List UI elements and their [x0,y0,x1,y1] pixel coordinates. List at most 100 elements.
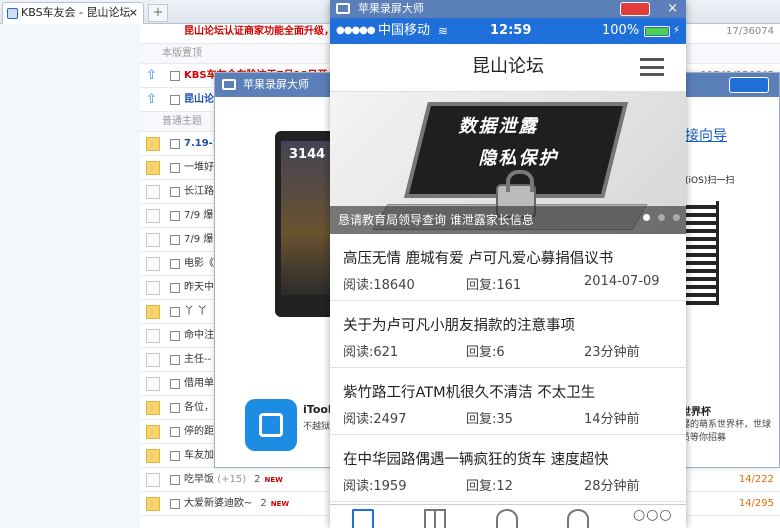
thread-title[interactable]: 昨天中 [184,276,214,300]
thread-count: 17/36074 [726,26,774,37]
worldcup-desc: 爆的萌系世界杯，世球员等你招募 [681,420,772,443]
thread-title[interactable]: 昆山论 [184,88,214,112]
qr-code [685,201,719,305]
thread-title[interactable]: 7/9 爆 [184,228,213,252]
home-icon[interactable] [352,509,374,528]
folder-icon [146,497,160,511]
site-favicon-icon [7,8,18,19]
signal-icon: ●●●●● [336,25,376,36]
window-title: 苹果录屏大师 [243,78,309,91]
screen-record-icon [222,79,236,90]
thread-count: 14/295 [739,492,774,516]
row-checkbox[interactable] [170,211,180,221]
grid-icon[interactable] [424,509,446,528]
banner-carousel[interactable]: 数据泄露 隐私保护 恳请教育局领导查询 谁泄露家长信息 [330,92,686,234]
carousel-dot[interactable] [658,214,665,221]
row-checkbox[interactable] [170,187,180,197]
thread-num: 2 [254,474,261,485]
row-checkbox[interactable] [170,235,180,245]
thread-title[interactable]: 吃早饭 (+15) 2 NEW [184,468,283,492]
thread-title[interactable]: 丫 丫 [184,300,207,324]
battery-icon [644,26,670,37]
charging-icon: ⚡ [673,25,681,36]
row-checkbox[interactable] [170,163,180,173]
banner-line1: 数据泄露 [457,116,543,137]
thread-title[interactable]: 一堆好 [184,156,214,180]
row-checkbox[interactable] [170,355,180,365]
tab-close-icon[interactable]: × [129,3,138,23]
row-checkbox[interactable] [170,379,180,389]
app-navbar: 昆山论坛 [330,44,686,92]
row-checkbox[interactable] [170,427,180,437]
post-views: 阅读:621 [343,345,399,360]
row-checkbox[interactable] [170,259,180,269]
new-badge: NEW [264,476,283,484]
recorder-title: 苹果录屏大师 [358,2,424,15]
thread-title[interactable]: 昆山论坛认证商家功能全面升级，于7 [184,20,351,44]
thread-title[interactable]: 大爱新婆迪欧~ 2 NEW [184,492,289,516]
row-checkbox[interactable] [170,499,180,509]
row-checkbox[interactable] [170,95,180,105]
toolbar-button[interactable] [729,77,769,93]
post-item[interactable]: 关于为卢可凡小朋友捐款的注意事项 阅读:621 回复:6 23分钟前 [330,301,686,368]
row-checkbox[interactable] [170,331,180,341]
hamburger-menu-icon[interactable] [640,58,664,76]
carousel-dots[interactable] [635,210,680,224]
ios-status-bar: ●●●●● 中国移动 ≋ 12:59 100% ⚡ [330,18,686,44]
row-checkbox[interactable] [170,475,180,485]
folder-icon [146,137,160,151]
row-checkbox[interactable] [170,283,180,293]
thread-title-text: 大爱新婆迪欧~ [184,498,253,509]
thread-title[interactable]: 各位， [184,396,214,420]
post-item[interactable]: 高压无情 鹿城有爱 卢可凡爱心募捐倡议书 阅读:18640 回复:161 201… [330,234,686,301]
carousel-dot[interactable] [643,214,650,221]
camera-icon[interactable] [496,509,518,528]
thread-title[interactable]: 7/9 爆 [184,204,213,228]
row-checkbox[interactable] [170,139,180,149]
thread-extra: (+15) [217,474,247,485]
document-icon [146,185,160,199]
wifi-icon: ≋ [438,24,449,38]
close-icon[interactable]: × [667,0,678,18]
thread-title[interactable]: 长江路 [184,180,214,204]
thread-title[interactable]: 电影《 [184,252,214,276]
thread-num: 2 [260,498,267,509]
post-title[interactable]: 关于为卢可凡小朋友捐款的注意事项 [343,314,575,335]
post-replies: 回复:12 [466,479,513,494]
recorder-titlebar[interactable]: 苹果录屏大师 × [330,0,686,18]
browser-tab-kbs[interactable]: KBS车友会 - 昆山论坛 × [2,2,144,24]
post-views: 阅读:2497 [343,412,407,427]
device-preview: 3144 [275,131,335,317]
more-icon[interactable]: ○○○ [633,507,672,527]
post-time: 23分钟前 [584,345,640,360]
record-button[interactable] [620,2,650,16]
thread-title[interactable]: 车友加 [184,444,214,468]
thread-title[interactable]: 停的距 [184,420,214,444]
device-screen [281,141,331,295]
thread-title[interactable]: 命中注 [184,324,214,348]
post-title[interactable]: 高压无情 鹿城有爱 卢可凡爱心募捐倡议书 [343,247,613,268]
scan-text: (iOS)扫一扫 [685,176,735,186]
post-time: 28分钟前 [584,479,640,494]
post-title[interactable]: 在中华园路偶遇一辆疯狂的货车 速度超快 [343,448,609,469]
document-icon [146,281,160,295]
folder-icon [146,305,160,319]
connection-guide-link[interactable]: 接向导 [685,125,727,145]
folder-icon [146,401,160,415]
post-item[interactable]: 紫竹路工行ATM机很久不清洁 不太卫生 阅读:2497 回复:35 14分钟前 [330,368,686,435]
user-icon[interactable] [567,509,589,528]
row-checkbox[interactable] [170,71,180,81]
itools-app-icon[interactable] [245,399,297,451]
thread-title[interactable]: 主任-- [184,348,211,372]
post-replies: 回复:6 [466,345,505,360]
row-checkbox[interactable] [170,307,180,317]
row-checkbox[interactable] [170,451,180,461]
thread-count: 14/222 [739,468,774,492]
post-title[interactable]: 紫竹路工行ATM机很久不清洁 不太卫生 [343,381,595,402]
document-icon [146,233,160,247]
row-checkbox[interactable] [170,403,180,413]
carousel-dot[interactable] [673,214,680,221]
document-icon [146,377,160,391]
thread-title[interactable]: 借用单 [184,372,214,396]
post-item[interactable]: 在中华园路偶遇一辆疯狂的货车 速度超快 阅读:1959 回复:12 28分钟前 [330,435,686,502]
